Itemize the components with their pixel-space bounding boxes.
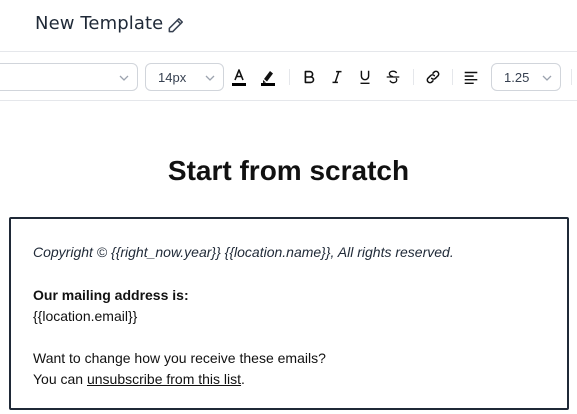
footer-spacer <box>33 327 545 348</box>
mailing-address-label: Our mailing address is: <box>33 287 189 303</box>
chevron-down-icon <box>119 75 129 81</box>
footer-block[interactable]: Copyright © {{right_now.year}} {{locatio… <box>9 217 569 410</box>
strikethrough-button[interactable] <box>383 67 403 87</box>
editor-toolbar: 14px 1.25 <box>0 53 577 101</box>
underline-button[interactable] <box>355 67 375 87</box>
italic-button[interactable] <box>327 67 347 87</box>
unsubscribe-line: You can unsubscribe from this list. <box>33 369 545 390</box>
insert-link-button[interactable] <box>423 67 443 87</box>
template-header: New Template <box>0 0 577 52</box>
line-height-select[interactable]: 1.25 <box>491 63 561 91</box>
text-color-button[interactable] <box>229 67 249 87</box>
template-title: New Template <box>35 13 164 34</box>
text-align-button[interactable] <box>461 67 481 87</box>
font-size-select[interactable]: 14px <box>145 63 224 91</box>
toolbar-divider <box>452 69 453 85</box>
copyright-text: Copyright © {{right_now.year}} {{locatio… <box>33 244 454 260</box>
template-heading[interactable]: Start from scratch <box>0 155 577 187</box>
bold-button[interactable] <box>299 67 319 87</box>
mailing-address-value: {{location.email}} <box>33 308 138 324</box>
chevron-down-icon <box>542 75 552 81</box>
link-icon <box>426 70 440 84</box>
toolbar-divider <box>289 69 290 85</box>
unsubscribe-link[interactable]: unsubscribe from this list <box>87 371 241 387</box>
change-preferences-text: Want to change how you receive these ema… <box>33 350 326 366</box>
edit-pencil-icon[interactable] <box>166 15 186 35</box>
toolbar-divider <box>413 69 414 85</box>
font-size-value: 14px <box>158 69 187 85</box>
line-height-value: 1.25 <box>504 69 530 85</box>
chevron-down-icon <box>205 75 215 81</box>
bold-icon <box>304 70 315 84</box>
italic-icon <box>332 70 342 84</box>
align-left-icon <box>464 71 478 85</box>
highlighter-icon <box>261 71 275 86</box>
period-text: . <box>241 371 245 387</box>
toolbar-divider <box>571 69 572 85</box>
underline-icon <box>360 70 370 85</box>
you-can-text: You can <box>33 371 87 387</box>
highlight-color-button[interactable] <box>258 67 278 87</box>
font-family-select[interactable] <box>0 63 138 91</box>
strikethrough-icon <box>386 70 400 84</box>
text-color-icon <box>232 69 246 86</box>
